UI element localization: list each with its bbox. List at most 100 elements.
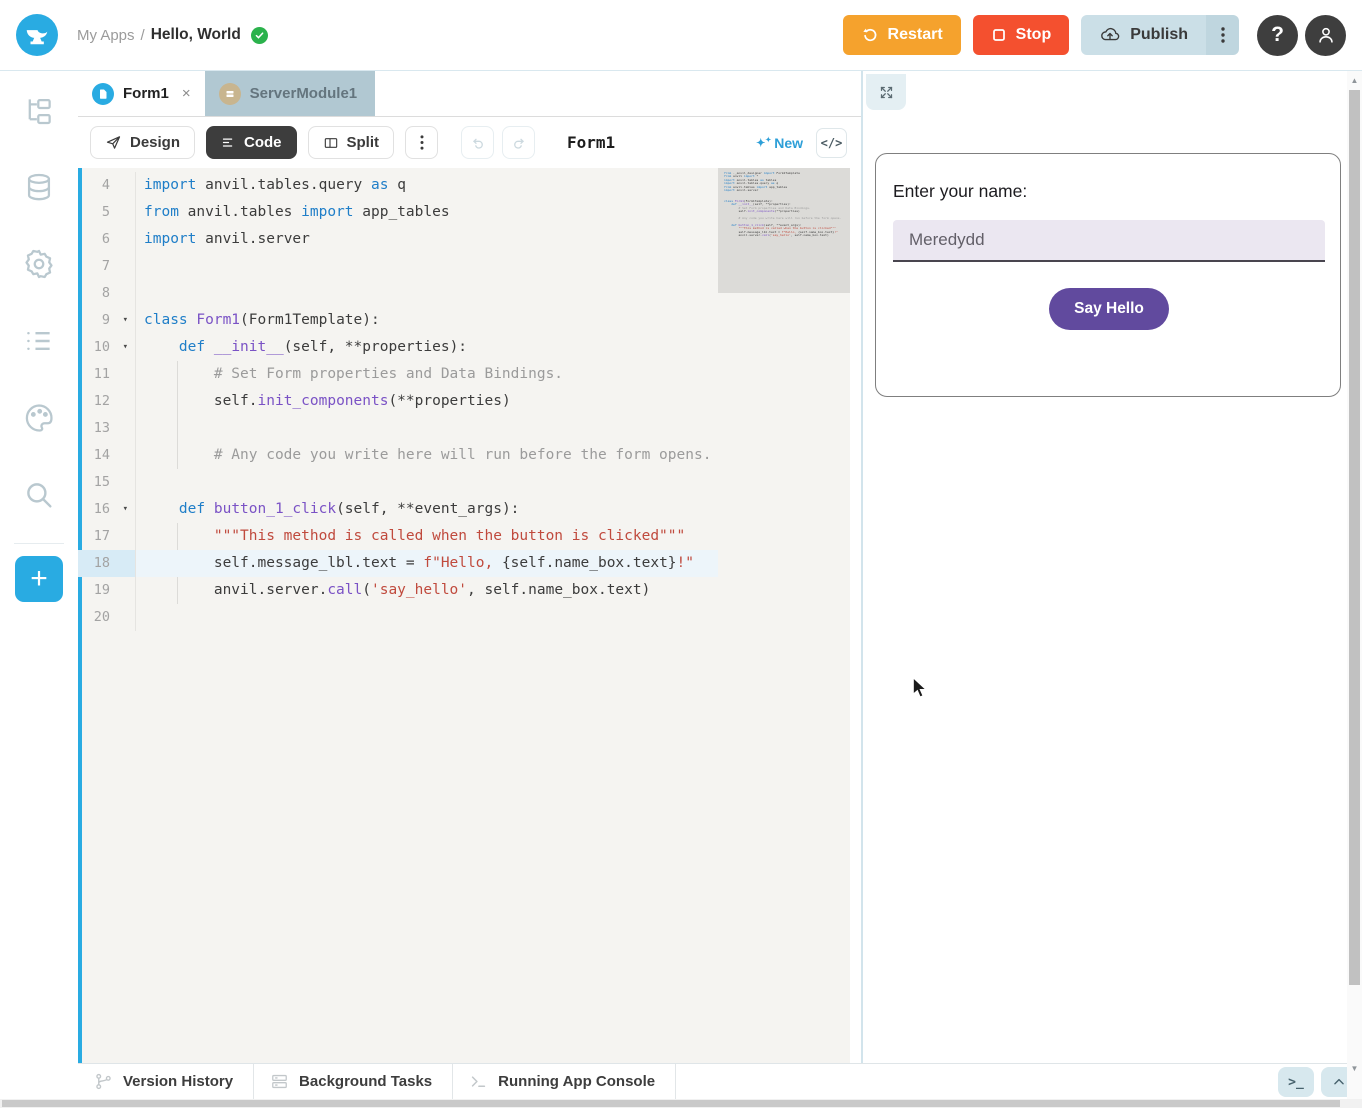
new-button[interactable]: ✦✦ New [756, 135, 803, 151]
code-text[interactable] [136, 469, 718, 496]
tab-form1-label: Form1 [123, 85, 169, 102]
version-history-tab[interactable]: Version History [78, 1064, 254, 1099]
add-component-button[interactable]: + [15, 556, 63, 602]
publish-button-group: Publish [1081, 15, 1239, 55]
fold-arrow-icon[interactable]: ▾ [123, 307, 128, 334]
bottom-bar: Version History Background Tasks Running… [78, 1063, 1347, 1099]
vertical-scrollbar[interactable]: ▲ ▼ [1347, 71, 1362, 1099]
say-hello-button[interactable]: Say Hello [1049, 288, 1169, 330]
code-text[interactable] [136, 415, 718, 442]
close-tab-icon[interactable]: × [182, 85, 191, 102]
sidebar-item-data-tables[interactable] [0, 158, 78, 216]
code-line-7[interactable]: 7 [78, 253, 718, 280]
sidebar-item-app-structure[interactable] [0, 81, 78, 139]
code-text[interactable]: """This method is called when the button… [136, 523, 718, 550]
code-view-button[interactable]: Code [206, 126, 297, 159]
line-number: 14 [78, 442, 136, 469]
help-label: ? [1271, 23, 1284, 47]
code-line-4[interactable]: 4import anvil.tables.query as q [78, 172, 718, 199]
code-line-8[interactable]: 8 [78, 280, 718, 307]
more-options-button[interactable] [405, 126, 438, 159]
fold-arrow-icon[interactable]: ▾ [123, 334, 128, 361]
code-text[interactable]: anvil.server.call('say_hello', self.name… [136, 577, 718, 604]
background-tasks-tab[interactable]: Background Tasks [254, 1064, 453, 1099]
code-text[interactable] [136, 253, 718, 280]
code-line-11[interactable]: 11 # Set Form properties and Data Bindin… [78, 361, 718, 388]
code-line-15[interactable]: 15 [78, 469, 718, 496]
sidebar-item-outline[interactable] [0, 312, 78, 370]
line-number: 20 [78, 604, 136, 631]
name-input[interactable] [893, 220, 1325, 262]
minimap[interactable]: from ._anvil_designer import Form1Templa… [718, 168, 850, 1063]
code-toggle-button[interactable]: </> [816, 128, 847, 158]
kebab-icon [420, 135, 424, 150]
code-line-13[interactable]: 13 [78, 415, 718, 442]
running-app-console-tab[interactable]: Running App Console [453, 1064, 676, 1099]
sidebar-item-theme[interactable] [0, 389, 78, 447]
help-button[interactable]: ? [1257, 15, 1298, 56]
code-line-10[interactable]: 10▾ def __init__(self, **properties): [78, 334, 718, 361]
code-line-14[interactable]: 14 # Any code you write here will run be… [78, 442, 718, 469]
anvil-logo-icon[interactable] [16, 14, 58, 56]
code-line-6[interactable]: 6import anvil.server [78, 226, 718, 253]
line-number: 7 [78, 253, 136, 280]
line-number: 19 [78, 577, 136, 604]
tab-servermodule1[interactable]: ServerModule1 [205, 71, 375, 116]
code-lines: 4import anvil.tables.query as q5from anv… [78, 168, 718, 631]
code-line-18[interactable]: 18 self.message_lbl.text = f"Hello, {sel… [78, 550, 718, 577]
vertical-scrollbar-thumb[interactable] [1349, 90, 1360, 985]
fold-arrow-icon[interactable]: ▾ [123, 496, 128, 523]
publish-more-button[interactable] [1206, 15, 1239, 55]
code-text[interactable]: import anvil.server [136, 226, 718, 253]
design-view-button[interactable]: Design [90, 126, 195, 159]
code-text[interactable]: def __init__(self, **properties): [136, 334, 718, 361]
minimap-code: from ._anvil_designer import Form1Templa… [724, 172, 841, 241]
code-text[interactable]: # Set Form properties and Data Bindings. [136, 361, 718, 388]
code-text[interactable]: def button_1_click(self, **event_args): [136, 496, 718, 523]
redo-button[interactable] [502, 126, 535, 159]
undo-button[interactable] [461, 126, 494, 159]
code-text[interactable]: self.message_lbl.text = f"Hello, {self.n… [136, 550, 718, 577]
split-pane-icon [323, 135, 339, 151]
stop-button[interactable]: Stop [973, 15, 1070, 55]
breadcrumb-root[interactable]: My Apps [77, 27, 135, 44]
app-title: Hello, World [151, 26, 241, 44]
editor-toolbar: Design Code Split Form1 ✦✦ New </> [78, 117, 861, 168]
code-text[interactable]: # Any code you write here will run befor… [136, 442, 718, 469]
code-line-5[interactable]: 5from anvil.tables import app_tables [78, 199, 718, 226]
code-line-16[interactable]: 16▾ def button_1_click(self, **event_arg… [78, 496, 718, 523]
split-view-button[interactable]: Split [308, 126, 395, 159]
code-line-9[interactable]: 9▾class Form1(Form1Template): [78, 307, 718, 334]
server-module-icon [219, 83, 241, 105]
editor-title: Form1 [567, 133, 615, 152]
code-text[interactable]: from anvil.tables import app_tables [136, 199, 718, 226]
code-text[interactable]: self.init_components(**properties) [136, 388, 718, 415]
expand-app-button[interactable] [866, 74, 906, 110]
code-text[interactable] [136, 604, 718, 631]
horizontal-scrollbar[interactable] [0, 1099, 1362, 1108]
open-console-button[interactable]: >_ [1278, 1067, 1314, 1097]
line-number: 18 [78, 550, 136, 577]
publish-button[interactable]: Publish [1081, 15, 1206, 55]
account-button[interactable] [1305, 15, 1346, 56]
scroll-up-icon[interactable]: ▲ [1347, 73, 1362, 88]
code-line-17[interactable]: 17 """This method is called when the but… [78, 523, 718, 550]
palette-icon [22, 401, 56, 435]
code-text[interactable] [136, 280, 718, 307]
tab-form1[interactable]: Form1 × [78, 71, 205, 116]
code-line-20[interactable]: 20 [78, 604, 718, 631]
code-editor[interactable]: 4import anvil.tables.query as q5from anv… [78, 168, 861, 1063]
sidebar-item-search[interactable] [0, 466, 78, 524]
git-branch-icon [94, 1072, 113, 1091]
horizontal-scrollbar-thumb[interactable] [2, 1100, 1340, 1107]
scroll-down-icon[interactable]: ▼ [1347, 1061, 1362, 1076]
background-tasks-label: Background Tasks [299, 1073, 432, 1090]
code-text[interactable]: class Form1(Form1Template): [136, 307, 718, 334]
code-line-19[interactable]: 19 anvil.server.call('say_hello', self.n… [78, 577, 718, 604]
code-text[interactable]: import anvil.tables.query as q [136, 172, 718, 199]
restart-button[interactable]: Restart [843, 15, 961, 55]
code-line-12[interactable]: 12 self.init_components(**properties) [78, 388, 718, 415]
restart-icon [861, 26, 879, 44]
running-app-console-label: Running App Console [498, 1073, 655, 1090]
sidebar-item-settings[interactable] [0, 235, 78, 293]
